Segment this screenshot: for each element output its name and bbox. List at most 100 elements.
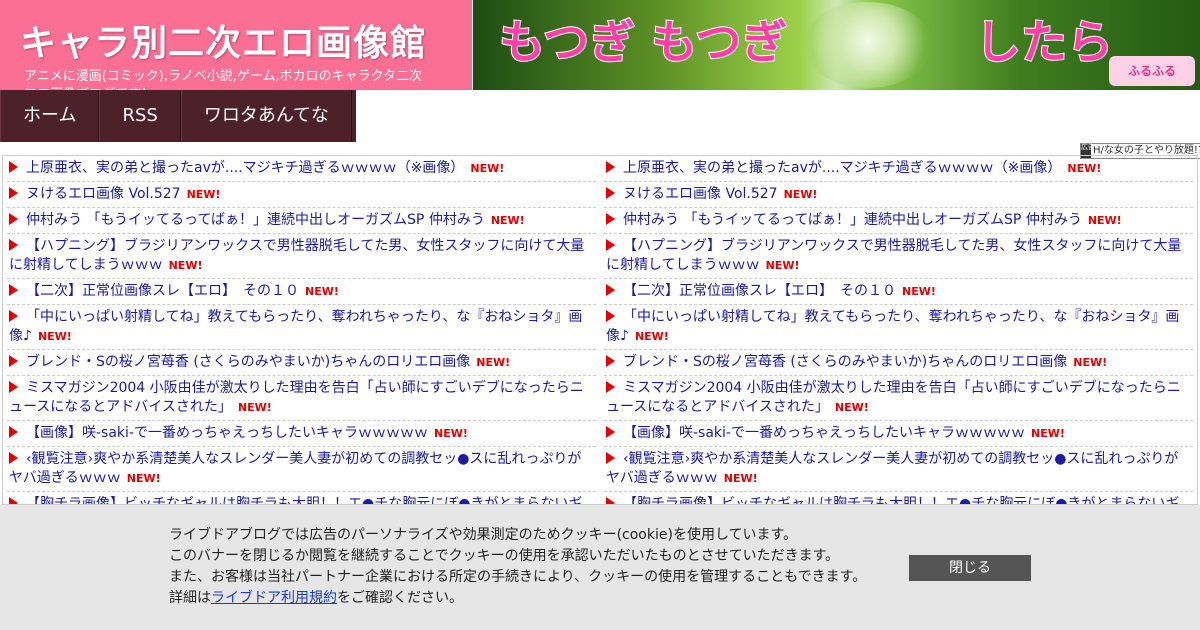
- new-badge: NEW!: [126, 472, 161, 485]
- list-item-title[interactable]: ブレンド・Sの桜ノ宮苺香 (さくらのみやまいか)ちゃんのロリエロ画像: [26, 354, 470, 370]
- list-item[interactable]: 「中にいっぱい射精してね」教えてもらったり、奪われちゃったり、な『おねショタ』画…: [604, 305, 1193, 350]
- list-item[interactable]: 【胸チラ画像】ビッチなギャルは胸チラも大胆！！エ●チな胸元にぼ●きがとまらないギ…: [604, 492, 1193, 504]
- nav-item-rss[interactable]: RSS: [99, 90, 181, 142]
- site-description: アニメに漫画(コミック),ラノベ小説,ゲーム,ボカロのキャラクタ二次エロ画像ブロ…: [24, 69, 423, 90]
- nav-item-antenna[interactable]: ワロタあんてな: [180, 90, 352, 142]
- cookie-line-4: 詳細はライブドア利用規約をご確認ください。: [169, 588, 866, 609]
- cookie-banner: ライブドアブログでは広告のパーソナライズや効果測定のためクッキー(cookie)…: [0, 505, 1200, 630]
- list-item-title[interactable]: 【二次】正常位画像スレ【エロ】 その１０: [26, 283, 299, 299]
- arrow-icon: [9, 187, 18, 199]
- list-item[interactable]: 【胸チラ画像】ビッチなギャルは胸チラも大胆！！エ●チな胸元にぼ●きがとまらないギ…: [7, 492, 596, 504]
- list-item[interactable]: 上原亜衣、実の弟と撮ったavが....マジキチ過ぎるｗｗｗｗ（※画像） NEW!: [604, 156, 1193, 182]
- new-badge: NEW!: [1073, 356, 1108, 369]
- list-item[interactable]: ‹観覧注意›爽やか系清楚美人なスレンダー美人妻が初めての調教セッ●スに乱れっぷり…: [604, 447, 1193, 492]
- list-item-title[interactable]: 【二次】正常位画像スレ【エロ】 その１０: [623, 283, 896, 299]
- new-badge: NEW!: [1030, 427, 1065, 440]
- new-badge: NEW!: [305, 285, 339, 298]
- cookie-detail-prefix: 詳細は: [169, 590, 211, 606]
- list-item[interactable]: ヌけるエロ画像 Vol.527 NEW!: [604, 182, 1193, 208]
- list-item-title[interactable]: 【ハプニング】ブラジリアンワックスで男性器脱毛してた男、女性スタッフに向けて大量…: [9, 238, 584, 273]
- list-item-title[interactable]: 【画像】咲-saki-で一番めっちゃえっちしたいキャラｗｗｗｗｗ: [26, 425, 428, 441]
- arrow-icon: [606, 284, 615, 296]
- list-item-title[interactable]: ミスマガジン2004 小阪由佳が激太りした理由を告白「占い師にすごいデブになった…: [9, 380, 584, 415]
- list-item-title[interactable]: 仲村みう 「もうイッてるってばぁ！」連続中出しオーガズムSP 仲村みう: [623, 212, 1082, 228]
- list-item[interactable]: 【画像】咲-saki-で一番めっちゃえっちしたいキャラｗｗｗｗｗ NEW!: [604, 421, 1193, 447]
- nav-item-home[interactable]: ホーム: [0, 90, 100, 142]
- link-list-right: 上原亜衣、実の弟と撮ったavが....マジキチ過ぎるｗｗｗｗ（※画像） NEW! ヌ…: [600, 156, 1197, 504]
- list-item[interactable]: 「中にいっぱい射精してね」教えてもらったり、奪われちゃったり、な『おねショタ』画…: [7, 305, 596, 350]
- list-item-title[interactable]: ‹観覧注意›爽やか系清楚美人なスレンダー美人妻が初めての調教セッ●スに乱れっぷり…: [606, 451, 1178, 486]
- list-item-title[interactable]: 【画像】咲-saki-で一番めっちゃえっちしたいキャラｗｗｗｗｗ: [623, 425, 1025, 441]
- list-item-title[interactable]: 仲村みう 「もうイッてるってばぁ！」連続中出しオーガズムSP 仲村みう: [26, 212, 485, 228]
- arrow-icon: [9, 426, 18, 438]
- terms-link[interactable]: ライブドア利用規約: [211, 590, 337, 606]
- arrow-icon: [606, 452, 615, 464]
- arrow-icon: [606, 239, 615, 251]
- arrow-icon: [606, 426, 615, 438]
- new-badge: NEW!: [1087, 214, 1122, 227]
- arrow-icon: [9, 310, 18, 322]
- arrow-icon: [606, 381, 615, 393]
- new-badge: NEW!: [902, 285, 936, 298]
- new-badge: NEW!: [490, 214, 525, 227]
- list-item-title[interactable]: 「中にいっぱい射精してね」教えてもらったり、奪われちゃったり、な『おねショタ』画…: [606, 309, 1179, 344]
- list-item[interactable]: 【画像】咲-saki-で一番めっちゃえっちしたいキャラｗｗｗｗｗ NEW!: [7, 421, 596, 447]
- cookie-line-1: ライブドアブログでは広告のパーソナライズや効果測定のためクッキー(cookie)…: [169, 527, 798, 543]
- arrow-icon: [606, 161, 615, 173]
- site-title[interactable]: キャラ別二次エロ画像館: [20, 14, 427, 66]
- new-badge: NEW!: [765, 259, 800, 272]
- cookie-detail-suffix: をご確認ください。: [337, 590, 463, 606]
- list-item-title[interactable]: 【胸チラ画像】ビッチなギャルは胸チラも大胆！！エ●チな胸元にぼ●きがとまらないギ…: [606, 496, 1179, 504]
- ad-banner[interactable]: もつぎ もつぎ したら ふるふる: [473, 0, 1200, 90]
- link-list-left: 上原亜衣、実の弟と撮ったavが....マジキチ過ぎるｗｗｗｗ（※画像） NEW! ヌ…: [3, 156, 600, 504]
- list-item[interactable]: 仲村みう 「もうイッてるってばぁ！」連続中出しオーガズムSP 仲村みう NEW!: [604, 208, 1193, 234]
- list-item-title[interactable]: 【ハプニング】ブラジリアンワックスで男性器脱毛してた男、女性スタッフに向けて大量…: [606, 238, 1181, 273]
- new-badge: NEW!: [237, 401, 272, 414]
- list-item-title[interactable]: ヌけるエロ画像 Vol.527: [623, 186, 778, 202]
- list-item[interactable]: 【ハプニング】ブラジリアンワックスで男性器脱毛してた男、女性スタッフに向けて大量…: [604, 234, 1193, 279]
- new-badge: NEW!: [783, 188, 818, 201]
- arrow-icon: [9, 239, 18, 251]
- cookie-line-3: また、お客様は当社パートナー企業における所定の手続きにより、クッキーの使用を管理…: [169, 569, 867, 585]
- banner-text-right: したら: [974, 14, 1114, 70]
- antenna-link-lists: 上原亜衣、実の弟と撮ったavが....マジキチ過ぎるｗｗｗｗ（※画像） NEW! ヌ…: [2, 155, 1198, 505]
- arrow-icon: [9, 381, 18, 393]
- new-badge: NEW!: [1067, 162, 1102, 175]
- arrow-icon: [9, 355, 18, 367]
- list-item[interactable]: 【ハプニング】ブラジリアンワックスで男性器脱毛してた男、女性スタッフに向けて大量…: [7, 234, 596, 279]
- new-badge: NEW!: [433, 427, 468, 440]
- banner-text-left: もつぎ もつぎ: [498, 14, 788, 70]
- arrow-icon: [606, 187, 615, 199]
- list-item[interactable]: ミスマガジン2004 小阪由佳が激太りした理由を告白「占い師にすごいデブになった…: [604, 376, 1193, 421]
- list-item-title[interactable]: ヌけるエロ画像 Vol.527: [26, 186, 181, 202]
- list-item-title[interactable]: 「中にいっぱい射精してね」教えてもらったり、奪われちゃったり、な『おねショタ』画…: [9, 309, 582, 344]
- list-item[interactable]: ブレンド・Sの桜ノ宮苺香 (さくらのみやまいか)ちゃんのロリエロ画像 NEW!: [7, 350, 596, 376]
- list-item-title[interactable]: 上原亜衣、実の弟と撮ったavが....マジキチ過ぎるｗｗｗｗ（※画像）: [26, 160, 464, 176]
- list-item[interactable]: ブレンド・Sの桜ノ宮苺香 (さくらのみやまいか)ちゃんのロリエロ画像 NEW!: [604, 350, 1193, 376]
- new-badge: NEW!: [834, 401, 869, 414]
- list-item[interactable]: 上原亜衣、実の弟と撮ったavが....マジキチ過ぎるｗｗｗｗ（※画像） NEW!: [7, 156, 596, 182]
- list-item[interactable]: ミスマガジン2004 小阪由佳が激太りした理由を告白「占い師にすごいデブになった…: [7, 376, 596, 421]
- arrow-icon: [606, 355, 615, 367]
- cookie-notice-text: ライブドアブログでは広告のパーソナライズや効果測定のためクッキー(cookie)…: [169, 525, 866, 609]
- list-item[interactable]: ヌけるエロ画像 Vol.527 NEW!: [7, 182, 596, 208]
- cookie-line-2: このバナーを閉じるか閲覧を継続することでクッキーの使用を承認いただいたものとさせ…: [169, 548, 840, 564]
- list-item[interactable]: ‹観覧注意›爽やか系清楚美人なスレンダー美人妻が初めての調教セッ●スに乱れっぷり…: [7, 447, 596, 492]
- arrow-icon: [606, 310, 615, 322]
- new-badge: NEW!: [723, 472, 758, 485]
- list-item-title[interactable]: 上原亜衣、実の弟と撮ったavが....マジキチ過ぎるｗｗｗｗ（※画像）: [623, 160, 1061, 176]
- list-item-title[interactable]: 【胸チラ画像】ビッチなギャルは胸チラも大胆！！エ●チな胸元にぼ●きがとまらないギ…: [9, 496, 582, 504]
- list-item[interactable]: 仲村みう 「もうイッてるってばぁ！」連続中出しオーガズムSP 仲村みう NEW!: [7, 208, 596, 234]
- list-item[interactable]: 【二次】正常位画像スレ【エロ】 その１０ NEW!: [7, 279, 596, 305]
- list-item-title[interactable]: ブレンド・Sの桜ノ宮苺香 (さくらのみやまいか)ちゃんのロリエロ画像: [623, 354, 1067, 370]
- list-item[interactable]: 【二次】正常位画像スレ【エロ】 その１０ NEW!: [604, 279, 1193, 305]
- arrow-icon: [606, 213, 615, 225]
- cookie-close-button[interactable]: 閉じる: [909, 555, 1031, 581]
- banner-logo: ふるふる: [1109, 56, 1195, 86]
- arrow-icon: [9, 284, 18, 296]
- arrow-icon: [606, 497, 615, 504]
- new-badge: NEW!: [470, 162, 505, 175]
- list-item-title[interactable]: ミスマガジン2004 小阪由佳が激太りした理由を告白「占い師にすごいデブになった…: [606, 380, 1181, 415]
- new-badge: NEW!: [476, 356, 511, 369]
- list-item-title[interactable]: ‹観覧注意›爽やか系清楚美人なスレンダー美人妻が初めての調教セッ●スに乱れっぷり…: [9, 451, 581, 486]
